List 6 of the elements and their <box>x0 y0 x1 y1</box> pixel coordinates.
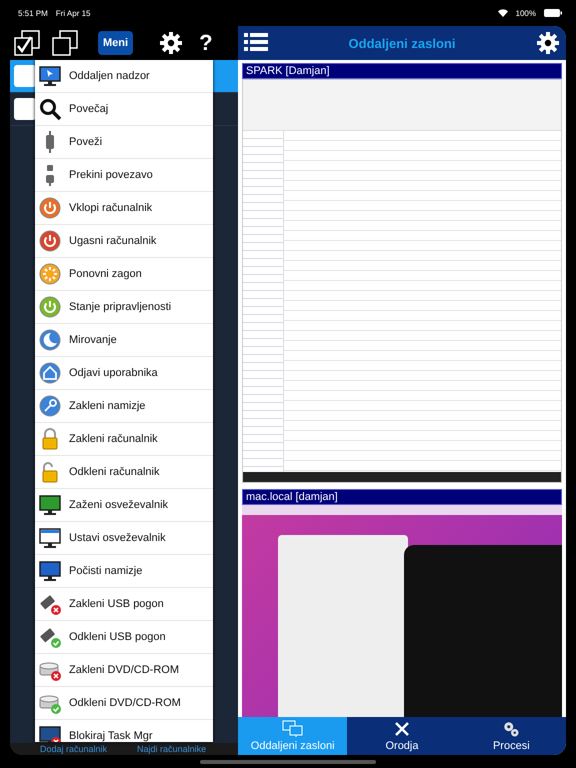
battery-percent: 100% <box>516 8 536 18</box>
header-title: Oddaljeni zasloni <box>348 36 456 50</box>
screen-caption: mac.local [damjan] <box>242 489 562 505</box>
screen-caption: SPARK [Damjan] <box>242 63 562 79</box>
status-date: Fri Apr 15 <box>56 8 90 18</box>
status-time: 5:51 PM <box>18 8 48 18</box>
